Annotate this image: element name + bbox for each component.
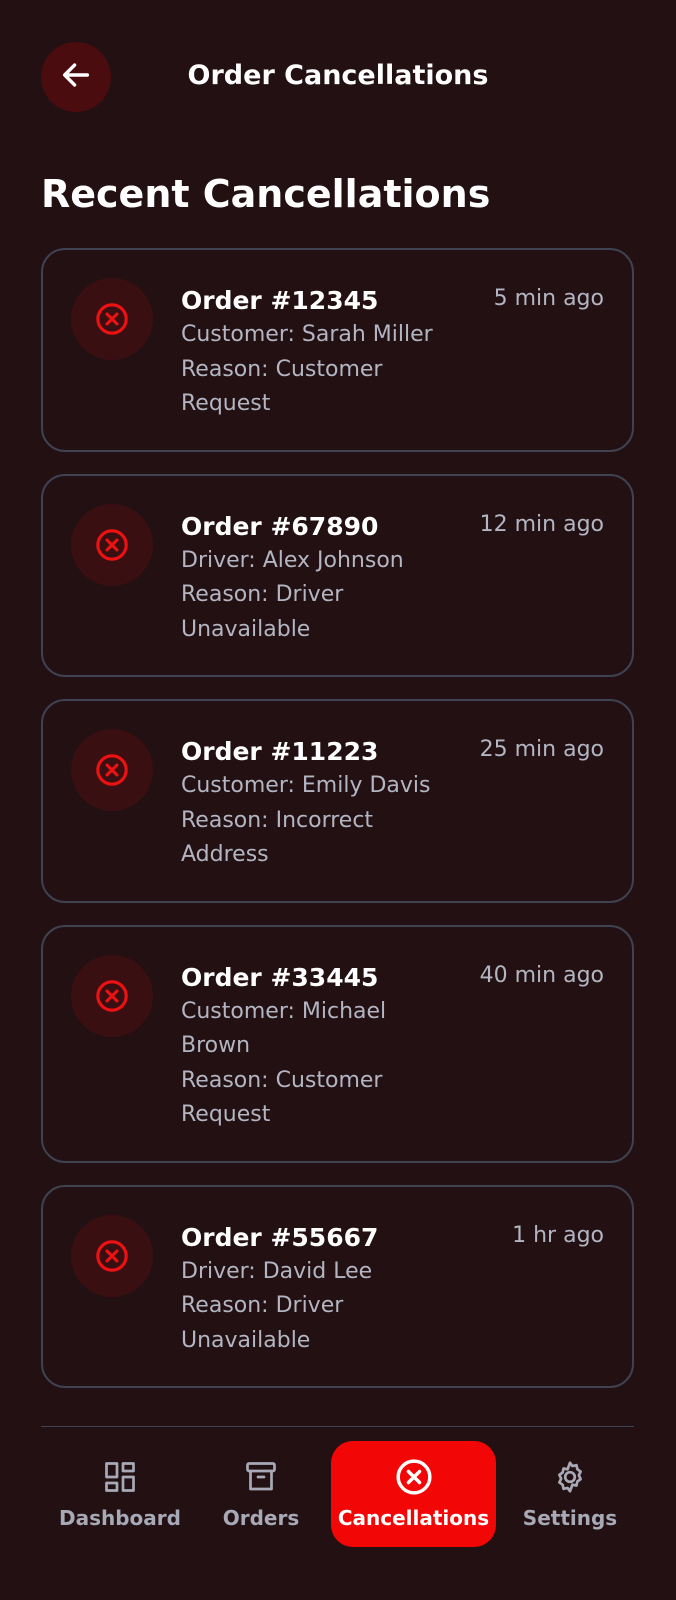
order-id: Order #11223 [181, 737, 379, 766]
nav-label: Orders [222, 1506, 300, 1530]
arrow-left-icon [59, 58, 93, 96]
cancellation-list: Order #12345 5 min ago Customer: Sarah M… [41, 248, 634, 1410]
party-name: Customer: Sarah Miller [181, 322, 433, 347]
nav-item-orders[interactable]: Orders [206, 1441, 316, 1547]
order-id: Order #67890 [181, 511, 379, 541]
section-title: Recent Cancellations [41, 172, 491, 216]
cancel-circle-icon [71, 278, 153, 360]
order-id: Order #33445 [181, 962, 379, 992]
cancel-reason: Reason: Customer Request [181, 1067, 383, 1128]
cancel-reason: Reason: Driver Unavailable [181, 1293, 344, 1353]
cancel-circle-icon [71, 1214, 153, 1297]
cancel-reason: Reason: Incorrect Address [181, 807, 374, 868]
gear-icon [551, 1458, 589, 1496]
card-body: Order #12345 5 min ago Customer: Sarah M… [181, 278, 604, 422]
nav-label: Settings [522, 1506, 618, 1530]
timestamp: 12 min ago [479, 511, 604, 537]
cancel-reason: Reason: Driver Unavailable [181, 582, 344, 642]
cancel-reason: Reason: Customer Request [181, 356, 383, 417]
order-id: Order #55667 [181, 1222, 379, 1252]
nav-label: Cancellations [337, 1506, 490, 1530]
timestamp: 40 min ago [479, 962, 604, 988]
cancellation-card[interactable]: Order #11223 25 min ago Customer: Emily … [41, 699, 634, 903]
dashboard-icon [101, 1458, 139, 1496]
page-title: Order Cancellations [187, 60, 489, 91]
app-header: Order Cancellations [0, 0, 676, 150]
card-body: Order #33445 40 min ago Customer: Michae… [181, 955, 604, 1133]
nav-item-cancellations[interactable]: Cancellations [331, 1441, 496, 1547]
nav-label: Dashboard [59, 1506, 181, 1530]
nav-item-dashboard[interactable]: Dashboard [55, 1441, 185, 1547]
back-button[interactable] [41, 42, 111, 112]
timestamp: 25 min ago [479, 737, 604, 762]
cancel-circle-icon [71, 729, 153, 811]
party-name: Customer: Michael Brown [181, 998, 387, 1059]
bottom-nav: Dashboard Orders Cancellations Settings [0, 1427, 676, 1600]
cancel-circle-icon [71, 503, 153, 586]
party-name: Driver: David Lee [181, 1258, 373, 1284]
cancel-circle-icon [395, 1458, 433, 1496]
cancellation-card[interactable]: Order #33445 40 min ago Customer: Michae… [41, 924, 634, 1163]
party-name: Customer: Emily Davis [181, 773, 431, 798]
cancel-circle-icon [71, 954, 153, 1037]
cancellation-card[interactable]: Order #55667 1 hr ago Driver: David Lee … [41, 1184, 634, 1388]
card-body: Order #11223 25 min ago Customer: Emily … [181, 729, 604, 873]
cancellation-card[interactable]: Order #12345 5 min ago Customer: Sarah M… [41, 248, 634, 452]
timestamp: 5 min ago [493, 286, 604, 311]
card-body: Order #55667 1 hr ago Driver: David Lee … [181, 1215, 604, 1359]
nav-item-settings[interactable]: Settings [515, 1441, 625, 1547]
timestamp: 1 hr ago [512, 1222, 604, 1248]
card-body: Order #67890 12 min ago Driver: Alex Joh… [181, 504, 604, 648]
archive-box-icon [242, 1458, 280, 1496]
party-name: Driver: Alex Johnson [181, 547, 404, 573]
cancellation-card[interactable]: Order #67890 12 min ago Driver: Alex Joh… [41, 473, 634, 677]
order-id: Order #12345 [181, 286, 379, 315]
